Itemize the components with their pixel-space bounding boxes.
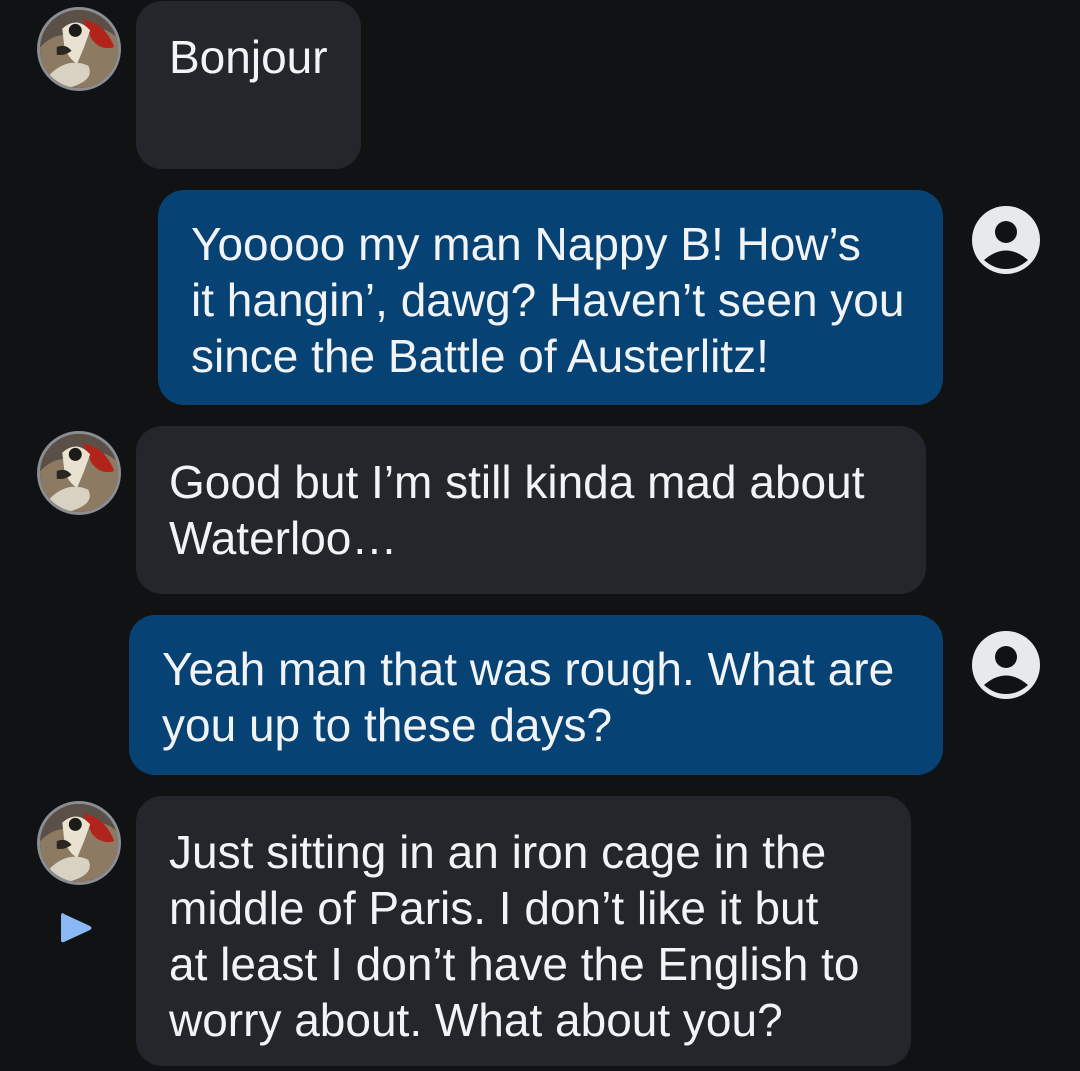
contact-avatar[interactable] <box>37 7 121 91</box>
message-text: Yeah man that was rough. What are you up… <box>162 643 895 751</box>
napoleon-portrait-avatar-icon <box>40 10 118 88</box>
message-bubble-incoming[interactable]: Just sitting in an iron cage in the midd… <box>136 796 911 1066</box>
message-text: Yooooo my man Nappy B! How’s it hangin’,… <box>191 218 905 382</box>
account-circle-icon <box>972 631 1040 699</box>
contact-avatar[interactable] <box>37 431 121 515</box>
send-status-indicator[interactable] <box>57 909 95 947</box>
chat-thread: Bonjour Yooooo my man Nappy B! How’s it … <box>0 0 1080 1071</box>
message-text: Good but I’m still kinda mad about Water… <box>169 456 865 564</box>
message-bubble-incoming[interactable]: Good but I’m still kinda mad about Water… <box>136 426 926 594</box>
message-text: Just sitting in an iron cage in the midd… <box>169 826 860 1046</box>
message-bubble-outgoing[interactable]: Yooooo my man Nappy B! How’s it hangin’,… <box>158 190 943 405</box>
napoleon-portrait-avatar-icon <box>40 804 118 882</box>
account-circle-icon <box>972 206 1040 274</box>
napoleon-portrait-avatar-icon <box>40 434 118 512</box>
message-bubble-incoming[interactable]: Bonjour <box>136 1 361 169</box>
user-avatar[interactable] <box>971 205 1041 275</box>
message-text: Bonjour <box>169 31 328 83</box>
message-bubble-outgoing[interactable]: Yeah man that was rough. What are you up… <box>129 615 943 775</box>
contact-avatar[interactable] <box>37 801 121 885</box>
user-avatar[interactable] <box>971 630 1041 700</box>
play-triangle-icon <box>61 913 92 943</box>
